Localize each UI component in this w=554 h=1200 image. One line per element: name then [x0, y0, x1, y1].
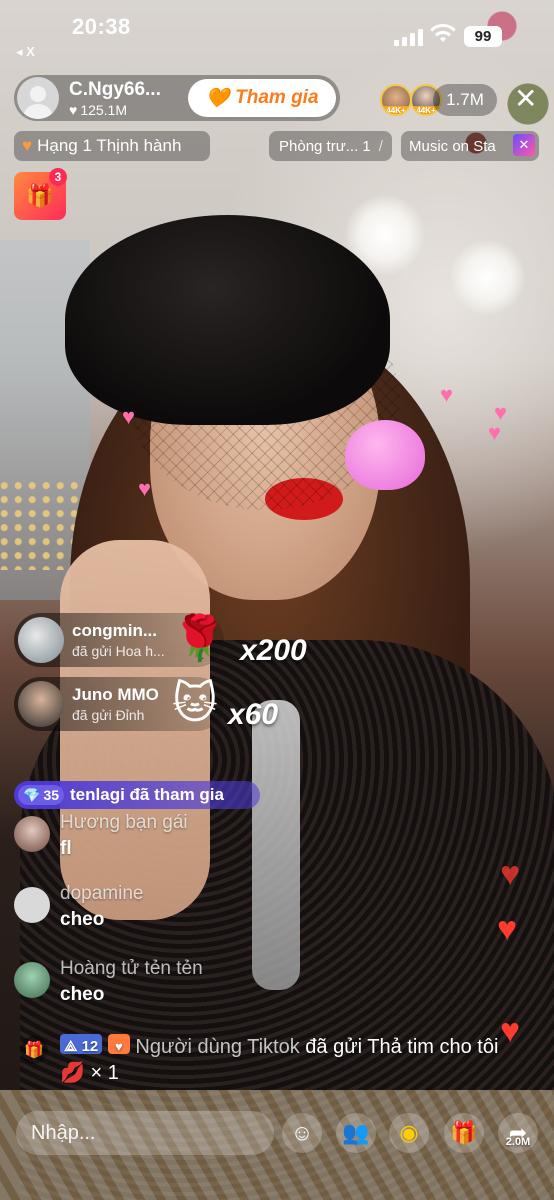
smiley-icon: ☺ — [290, 1120, 314, 1145]
people-icon: 👥 — [342, 1120, 370, 1145]
status-time: 20:38 — [72, 14, 131, 39]
whale-effect-icon — [345, 420, 425, 490]
level-badge: ⟁ 12 — [60, 1034, 103, 1055]
status-bar: 20:38 ◂ X 99 — [0, 0, 554, 59]
battery-icon: 99 — [464, 26, 502, 47]
chat-text: cheo — [60, 984, 105, 1005]
chat-username[interactable]: Hương bạn gái — [60, 812, 188, 834]
floating-heart-icon: ♥ — [497, 910, 518, 948]
host-like-count: 125.1M — [80, 101, 128, 118]
host-avatar[interactable] — [17, 77, 59, 119]
heart-effect-icon: ♥ — [488, 420, 502, 445]
chat-avatar[interactable] — [14, 887, 50, 923]
music-game-icon: ✕ — [513, 134, 535, 156]
heart-effect-icon: ♥ — [440, 382, 454, 407]
video-necklace — [252, 700, 300, 990]
gift-sender-avatar[interactable] — [18, 617, 64, 663]
floating-heart-icon: ♥ — [500, 1012, 521, 1050]
video-hat — [65, 215, 390, 425]
gift-button[interactable]: 🎁 — [444, 1113, 484, 1153]
kiss-icon: 💋 — [60, 1062, 85, 1084]
heart-effect-icon: ♥ — [122, 404, 136, 429]
emoji-button[interactable]: ☺ — [282, 1113, 322, 1153]
gift-sender-avatar[interactable] — [18, 681, 64, 727]
close-icon[interactable]: ✕ — [514, 85, 537, 113]
host-name: C.Ngy66... — [69, 78, 161, 100]
fan-badge-icon: ♥ — [107, 1034, 130, 1054]
chat-text: fl — [60, 838, 72, 859]
sender-name[interactable]: Người dùng Tiktok — [135, 1036, 299, 1058]
diamond-icon: 💎 — [23, 786, 41, 803]
floating-heart-icon: ♥ — [500, 855, 521, 893]
treasure-count-badge: 3 — [49, 168, 67, 186]
heart-icon: ♥ — [69, 101, 78, 118]
tiktok-shop-button[interactable]: ◉ — [389, 1113, 429, 1153]
chat-username[interactable]: dopamine — [60, 883, 143, 905]
share-count: 2.0M — [505, 1136, 531, 1148]
back-to-app-link[interactable]: ◂ X — [16, 44, 35, 60]
ranking-heart-icon: ♥ — [22, 136, 33, 155]
chat-avatar[interactable] — [14, 816, 50, 852]
viewer-count[interactable]: 1.7M — [433, 84, 497, 116]
video-lamp — [450, 240, 525, 315]
room-chip[interactable]: Phòng trư... 1 / — [269, 131, 392, 161]
signal-icon — [394, 28, 424, 46]
ranking-chip[interactable]: ♥ Hạng 1 Thịnh hành — [14, 131, 210, 161]
comment-input[interactable]: Nhập... — [16, 1111, 274, 1155]
multi-guest-button[interactable]: 👥 — [336, 1113, 376, 1153]
join-banner: 💎 35 tenlagi đã tham gia — [14, 781, 260, 809]
cat-icon: 🐱 — [172, 679, 218, 728]
divider: / — [378, 137, 383, 155]
gift-icon: 🎁 — [450, 1120, 478, 1145]
heart-effect-icon: ♥ — [138, 476, 152, 501]
gift-multiplier: x60 — [228, 698, 279, 731]
join-label: Tham gia — [235, 87, 319, 108]
join-button[interactable]: 🧡 Tham gia — [188, 79, 336, 117]
host-info-pill[interactable]: C.Ngy66... ♥ 125.1M 🧡 Tham gia — [14, 75, 340, 121]
wifi-icon — [430, 23, 456, 50]
viewer-avatar[interactable]: 44K+ — [380, 84, 412, 116]
gift-icon: 🎁 — [20, 1036, 48, 1064]
heart-plus-icon: 🧡 — [205, 88, 230, 109]
rose-icon: 🌹 — [172, 614, 227, 663]
chat-text: cheo — [60, 909, 105, 930]
chat-username[interactable]: Hoàng tử tẻn tẻn — [60, 958, 203, 980]
video-fairy-lights — [0, 480, 80, 570]
music-chip[interactable]: Music on Sta ✕ — [401, 131, 539, 161]
chat-avatar[interactable] — [14, 962, 50, 998]
level-badge: 💎 35 — [18, 785, 65, 805]
tiktok-coin-icon: ◉ — [399, 1120, 419, 1145]
gift-multiplier: x200 — [240, 634, 307, 667]
live-video[interactable]: ♥ ♥ ♥ ♥ ♥ — [0, 0, 554, 1200]
